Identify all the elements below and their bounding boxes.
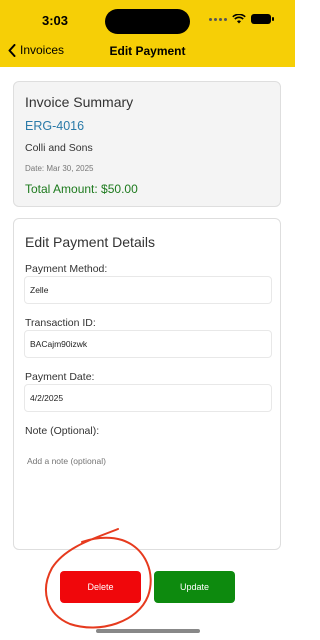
note-input[interactable]: [24, 441, 272, 481]
status-icons: [209, 14, 274, 24]
signal-icon: [209, 17, 227, 21]
transaction-id-field[interactable]: BACajm90izwk: [24, 330, 272, 358]
payment-method-field[interactable]: Zelle: [24, 276, 272, 304]
invoice-number: ERG-4016: [25, 119, 85, 133]
invoice-date: Date: Mar 30, 2025: [25, 164, 94, 173]
total-amount: Total Amount: $50.00: [25, 182, 138, 196]
client-name: Colli and Sons: [25, 142, 93, 154]
invoice-summary-card: Invoice Summary ERG-4016 Colli and Sons …: [13, 81, 281, 207]
battery-icon: [251, 14, 274, 24]
transaction-id-label: Transaction ID:: [25, 317, 96, 329]
home-indicator: [96, 629, 200, 633]
payment-date-label: Payment Date:: [25, 371, 95, 383]
details-heading: Edit Payment Details: [25, 234, 155, 250]
payment-date-field[interactable]: 4/2/2025: [24, 384, 272, 412]
page-title: Edit Payment: [109, 44, 186, 58]
dynamic-island: [105, 9, 190, 34]
status-time: 3:03: [42, 13, 69, 28]
header-bar: 3:03 Invoices Edit Payment: [0, 0, 295, 67]
delete-button[interactable]: Delete: [60, 571, 141, 603]
summary-heading: Invoice Summary: [25, 94, 134, 110]
payment-method-label: Payment Method:: [25, 263, 108, 275]
update-button[interactable]: Update: [154, 571, 235, 603]
payment-details-card: Edit Payment Details Payment Method: Zel…: [13, 218, 281, 550]
note-label: Note (Optional):: [25, 425, 100, 437]
wifi-icon: [232, 14, 246, 24]
